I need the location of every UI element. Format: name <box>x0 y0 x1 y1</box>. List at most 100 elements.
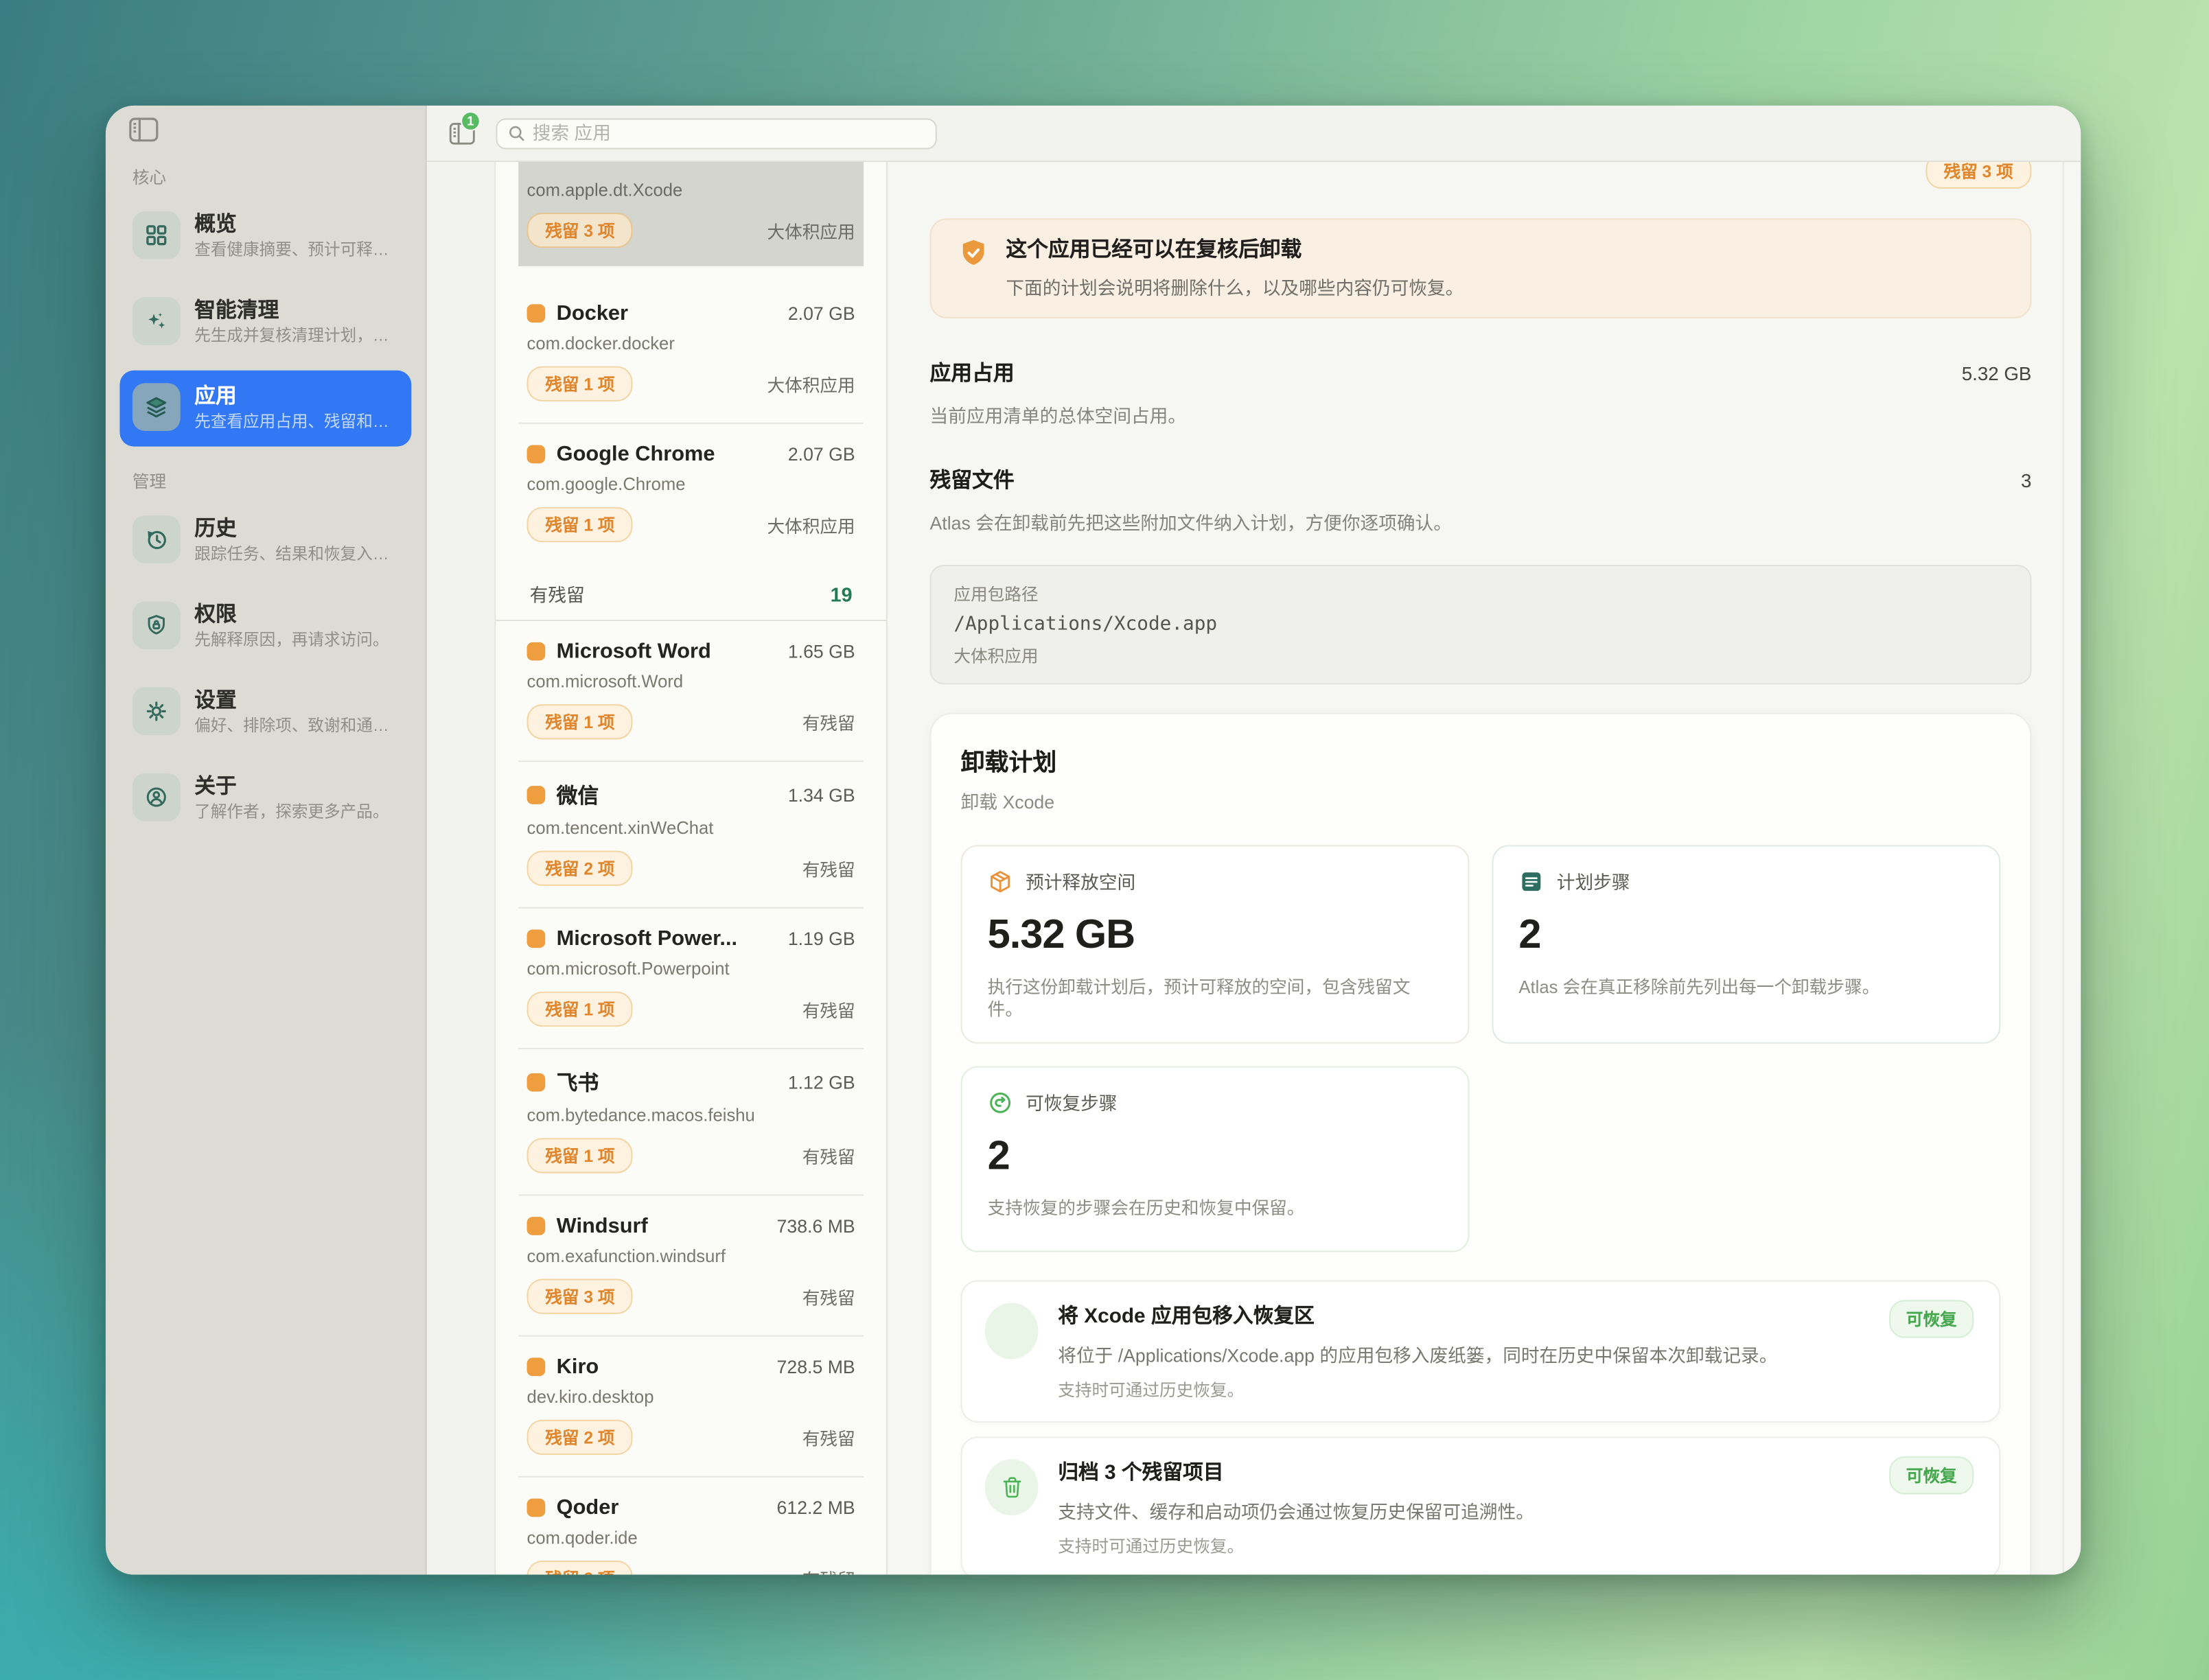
checklist-icon <box>1518 868 1544 894</box>
person-circle-icon <box>132 773 181 821</box>
card-value: 5.32 GB <box>988 913 1443 959</box>
list-item-wechat[interactable]: 微信 1.34 GB com.tencent.xinWeChat 残留 2 项 … <box>518 760 864 907</box>
category-tag: 大体积应用 <box>767 217 855 244</box>
recoverable-badge: 可恢复 <box>1889 1456 1974 1494</box>
banner-desc: 下面的计划会说明将删除什么，以及哪些内容仍可恢复。 <box>1006 273 1464 300</box>
stat-desc: 当前应用清单的总体空间占用。 <box>930 401 2032 428</box>
path-value: /Applications/Xcode.app <box>953 613 2007 635</box>
residue-badge: 残留 3 项 <box>527 213 634 248</box>
bundle-id: com.qoder.ide <box>527 1528 855 1548</box>
app-window: 核心 概览 查看健康摘要、预计可释放空间… 智能 <box>106 106 2081 1575</box>
sidebar-item-settings[interactable]: 设置 偏好、排除项、致谢和通知。 <box>119 675 411 751</box>
app-name: Kiro <box>557 1355 765 1379</box>
app-name: Docker <box>557 301 777 325</box>
app-bullet-icon <box>527 1499 546 1517</box>
panel-scroll-gutter[interactable] <box>2063 162 2081 1574</box>
app-name: Microsoft Power... <box>557 926 777 950</box>
list-item-feishu[interactable]: 飞书 1.12 GB com.bytedance.macos.feishu 残留… <box>518 1048 864 1194</box>
app-size: 612.2 MB <box>777 1497 855 1519</box>
uninstall-plan-card: 卸载计划 卸载 Xcode 预计释放空间 5.32 GB <box>930 712 2032 1574</box>
card-value: 2 <box>988 1134 1443 1180</box>
category-tag: 有残留 <box>802 1565 855 1574</box>
list-item-kiro[interactable]: Kiro 728.5 MB dev.kiro.desktop 残留 2 项 有残… <box>518 1335 864 1476</box>
step-desc: 将位于 /Applications/Xcode.app 的应用包移入废纸篓，同时… <box>1058 1341 1777 1368</box>
section-count: 19 <box>831 583 853 605</box>
sidebar-item-apps[interactable]: 应用 先查看应用占用、残留和卸载计… <box>119 371 411 447</box>
gear-icon <box>132 688 181 736</box>
sidebar-item-history[interactable]: 历史 跟踪任务、结果和恢复入口。 <box>119 503 411 579</box>
category-tag: 有残留 <box>802 1424 855 1451</box>
grid-icon <box>132 211 181 259</box>
main-area: 1 com.apple.dt.Xcode <box>427 106 2081 1575</box>
app-name: Qoder <box>557 1496 765 1520</box>
residue-badge: 残留 1 项 <box>527 507 634 542</box>
step-title: 归档 3 个残留项目 <box>1058 1456 1534 1486</box>
app-bullet-icon <box>527 1073 546 1092</box>
list-item-chrome[interactable]: Google Chrome 2.07 GB com.google.Chrome … <box>518 423 864 563</box>
bundle-id: com.tencent.xinWeChat <box>527 818 855 838</box>
stat-card-recoverable-steps: 可恢复步骤 2 支持恢复的步骤会在历史和恢复中保留。 <box>961 1066 1470 1252</box>
sidebar-section-manage: 管理 <box>132 469 411 493</box>
sidebar-item-overview[interactable]: 概览 查看健康摘要、预计可释放空间… <box>119 198 411 275</box>
step-sub: 支持时可通过历史恢复。 <box>1058 1377 1777 1401</box>
plan-subtitle: 卸载 Xcode <box>961 787 2001 814</box>
card-label: 可恢复步骤 <box>1026 1088 1117 1115</box>
stat-value: 5.32 GB <box>1962 363 2032 384</box>
sidebar-toggle-icon[interactable] <box>128 117 162 145</box>
sidebar-item-label: 概览 <box>194 213 237 237</box>
residue-badge: 残留 2 项 <box>527 1561 634 1575</box>
sidebar-item-label: 应用 <box>194 384 237 408</box>
list-item-powerpoint[interactable]: Microsoft Power... 1.19 GB com.microsoft… <box>518 907 864 1048</box>
stat-residue-files: 残留文件 3 <box>930 465 2032 494</box>
search-input[interactable] <box>533 123 926 144</box>
sidebar-item-desc: 先查看应用占用、残留和卸载计… <box>194 412 399 434</box>
list-gutter <box>427 162 496 1574</box>
app-size: 1.19 GB <box>788 928 855 949</box>
sidebar-item-desc: 跟踪任务、结果和恢复入口。 <box>194 545 399 566</box>
list-item-docker[interactable]: Docker 2.07 GB com.docker.docker 残留 1 项 … <box>518 283 864 423</box>
card-value: 2 <box>1518 913 1974 959</box>
list-item-windsurf[interactable]: Windsurf 738.6 MB com.exafunction.windsu… <box>518 1194 864 1335</box>
residue-badge: 残留 2 项 <box>527 851 634 886</box>
bundle-id: dev.kiro.desktop <box>527 1388 855 1408</box>
step-title: 将 Xcode 应用包移入恢复区 <box>1058 1300 1777 1329</box>
stat-card-free-space: 预计释放空间 5.32 GB 执行这份卸载计划后，预计可释放的空间，包含残留文件… <box>961 845 1470 1043</box>
app-size: 728.5 MB <box>777 1356 855 1377</box>
sidebar-item-label: 权限 <box>194 603 237 627</box>
tasks-tab-icon[interactable]: 1 <box>448 119 479 147</box>
search-field[interactable] <box>496 117 936 148</box>
app-bullet-icon <box>527 786 546 804</box>
residue-badge: 残留 1 项 <box>527 1138 634 1173</box>
app-size: 1.34 GB <box>788 784 855 806</box>
category-tag: 有残留 <box>802 855 855 882</box>
package-icon <box>988 868 1013 894</box>
step-desc: 支持文件、缓存和启动项仍会通过恢复历史保留可追溯性。 <box>1058 1497 1534 1524</box>
search-icon <box>507 124 526 143</box>
section-label: 有残留 <box>530 581 585 607</box>
list-item-qoder[interactable]: Qoder 612.2 MB com.qoder.ide 残留 2 项 有残留 <box>518 1476 864 1575</box>
step-archive-residue: 归档 3 个残留项目 支持文件、缓存和启动项仍会通过恢复历史保留可追溯性。 支持… <box>961 1436 2001 1574</box>
app-bullet-icon <box>527 642 546 661</box>
card-desc: 支持恢复的步骤会在历史和恢复中保留。 <box>988 1197 1443 1220</box>
shield-lock-icon <box>132 601 181 649</box>
sidebar: 核心 概览 查看健康摘要、预计可释放空间… 智能 <box>106 106 427 1575</box>
list-item-xcode-selected[interactable]: com.apple.dt.Xcode 残留 3 项 大体积应用 <box>518 162 864 266</box>
layers-icon <box>132 383 181 431</box>
sidebar-item-label: 关于 <box>194 775 237 799</box>
stat-value: 3 <box>2021 470 2031 491</box>
list-item-word[interactable]: Microsoft Word 1.65 GB com.microsoft.Wor… <box>518 621 864 760</box>
app-list: com.apple.dt.Xcode 残留 3 项 大体积应用 Docker 2… <box>496 162 888 1574</box>
residue-badge: 残留 1 项 <box>527 704 634 739</box>
category-tag: 大体积应用 <box>767 511 855 538</box>
app-bullet-icon <box>527 930 546 948</box>
app-name: Google Chrome <box>557 442 777 466</box>
desktop-background: 核心 概览 查看健康摘要、预计可释放空间… 智能 <box>0 0 2209 1680</box>
sidebar-section-core: 核心 <box>132 165 411 189</box>
sidebar-item-permissions[interactable]: 权限 先解释原因，再请求访问。 <box>119 589 411 665</box>
sidebar-item-about[interactable]: 关于 了解作者，探索更多产品。 <box>119 760 411 837</box>
sidebar-item-smart-clean[interactable]: 智能清理 先生成并复核清理计划，再决定… <box>119 285 411 361</box>
category-tag: 有残留 <box>802 1283 855 1310</box>
bundle-id: com.microsoft.Word <box>527 672 855 692</box>
tab-count-badge: 1 <box>461 110 481 130</box>
app-name: 微信 <box>557 780 777 810</box>
